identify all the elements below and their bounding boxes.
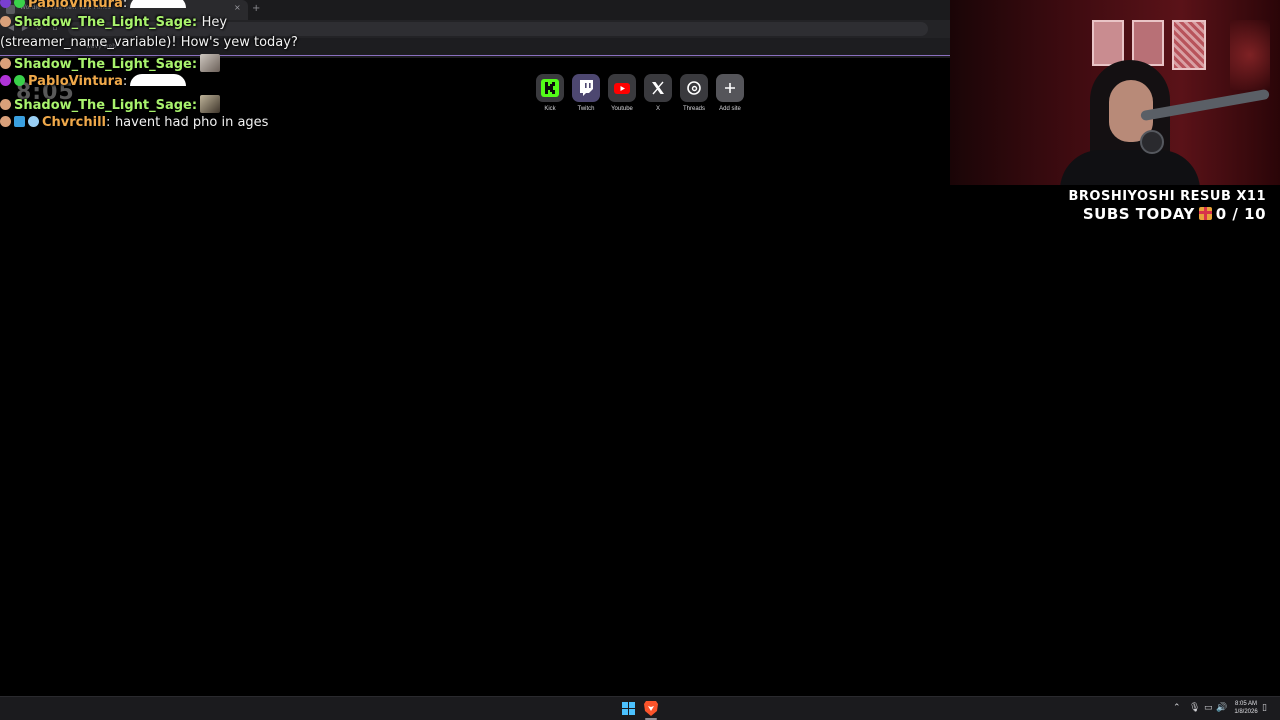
chat-text: (streamer_name_variable)! How's yew toda… <box>0 35 298 50</box>
user-badge-icon <box>0 58 11 69</box>
chat-username: Shadow_The_Light_Sage <box>14 98 192 113</box>
chat-colon: : <box>122 74 128 89</box>
sub-goal-overlay: BROSHIYOSHI RESUB X11 SUBS TODAY 0 / 10 <box>1068 188 1266 224</box>
streamer-shirt <box>1060 150 1200 185</box>
subs-today-count: 0 / 10 <box>1215 205 1266 223</box>
microphone-icon[interactable]: 🎙 <box>1189 702 1200 714</box>
chat-username: Shadow_The_Light_Sage <box>14 15 192 30</box>
user-badge-icon <box>0 16 11 27</box>
chat-message: PabloVintura: <box>0 74 187 90</box>
youtube-icon <box>608 74 636 102</box>
sword-badge-icon <box>28 116 39 127</box>
shortcut-label: Add site <box>719 106 741 112</box>
taskbar-clock[interactable]: 8:05 AM 1/8/2026 <box>1228 700 1264 716</box>
chat-colon: : <box>106 115 111 130</box>
white-emote-icon <box>130 74 187 86</box>
chat-colon: : <box>122 0 128 11</box>
face-emote-icon <box>200 54 221 72</box>
lamp-glow <box>1230 20 1270 90</box>
resub-alert: BROSHIYOSHI RESUB X11 <box>1068 189 1266 204</box>
shortcut-add-site[interactable]: Add site <box>712 74 748 118</box>
chat-message: PabloVintura: <box>0 0 187 12</box>
user-badge-icon <box>0 99 11 110</box>
chat-message: (streamer_name_variable)! How's yew toda… <box>0 35 298 51</box>
notification-icon[interactable]: ▯ <box>1262 702 1267 714</box>
taskbar-date: 1/8/2026 <box>1234 709 1258 715</box>
twitch-icon <box>572 74 600 102</box>
windows-taskbar: ⌃ 🎙 ▭ 🔊 8:05 AM 1/8/2026 ▯ <box>0 696 1280 720</box>
shortcut-tiles: Kick Twitch Youtube X Threads Add site <box>532 74 748 118</box>
subs-today-line: SUBS TODAY 0 / 10 <box>1068 205 1266 224</box>
wall-art <box>1132 20 1164 66</box>
sub-badge-icon <box>0 75 11 86</box>
chat-message: Chvrchill: havent had pho in ages <box>0 115 268 131</box>
chat-colon: : <box>191 98 198 113</box>
chat-message: Shadow_The_Light_Sage: <box>0 54 221 73</box>
threads-icon <box>680 74 708 102</box>
chat-colon: : <box>191 57 198 72</box>
taskbar-time: 8:05 AM <box>1234 701 1257 707</box>
checkmark-badge-icon <box>14 0 25 8</box>
wall-art <box>1172 20 1206 70</box>
chat-message: Shadow_The_Light_Sage: Hey <box>0 15 227 31</box>
plus-icon <box>716 74 744 102</box>
chat-username: PabloVintura <box>28 0 123 11</box>
network-icon[interactable]: ▭ <box>1204 702 1213 714</box>
chat-username: Chvrchill <box>42 115 107 130</box>
sub-badge-icon <box>0 0 11 8</box>
cube-badge-icon <box>14 116 25 127</box>
checkmark-badge-icon <box>14 75 25 86</box>
wall-art <box>1092 20 1124 66</box>
webcam-feed <box>950 0 1280 185</box>
chat-text: Hey <box>201 15 228 30</box>
chat-username: PabloVintura <box>28 74 123 89</box>
chat-username: Shadow_The_Light_Sage <box>14 57 192 72</box>
chat-message: Shadow_The_Light_Sage: <box>0 95 221 114</box>
brave-browser-icon[interactable] <box>643 700 659 717</box>
chat-colon: : <box>191 15 198 30</box>
volume-icon[interactable]: 🔊 <box>1216 702 1227 714</box>
microphone-icon <box>1140 130 1164 154</box>
photo-emote-icon <box>200 95 221 113</box>
gift-icon <box>1198 207 1212 220</box>
user-badge-icon <box>0 116 11 127</box>
x-icon <box>644 74 672 102</box>
windows-start-icon[interactable] <box>622 702 636 716</box>
chat-overlay: 8:05 PabloVintura: Shadow_The_Light_Sage… <box>0 0 560 140</box>
chevron-up-icon[interactable]: ⌃ <box>1173 702 1181 714</box>
white-emote-icon <box>130 0 187 8</box>
chat-text: havent had pho in ages <box>114 115 269 130</box>
subs-today-label: SUBS TODAY <box>1082 205 1195 223</box>
